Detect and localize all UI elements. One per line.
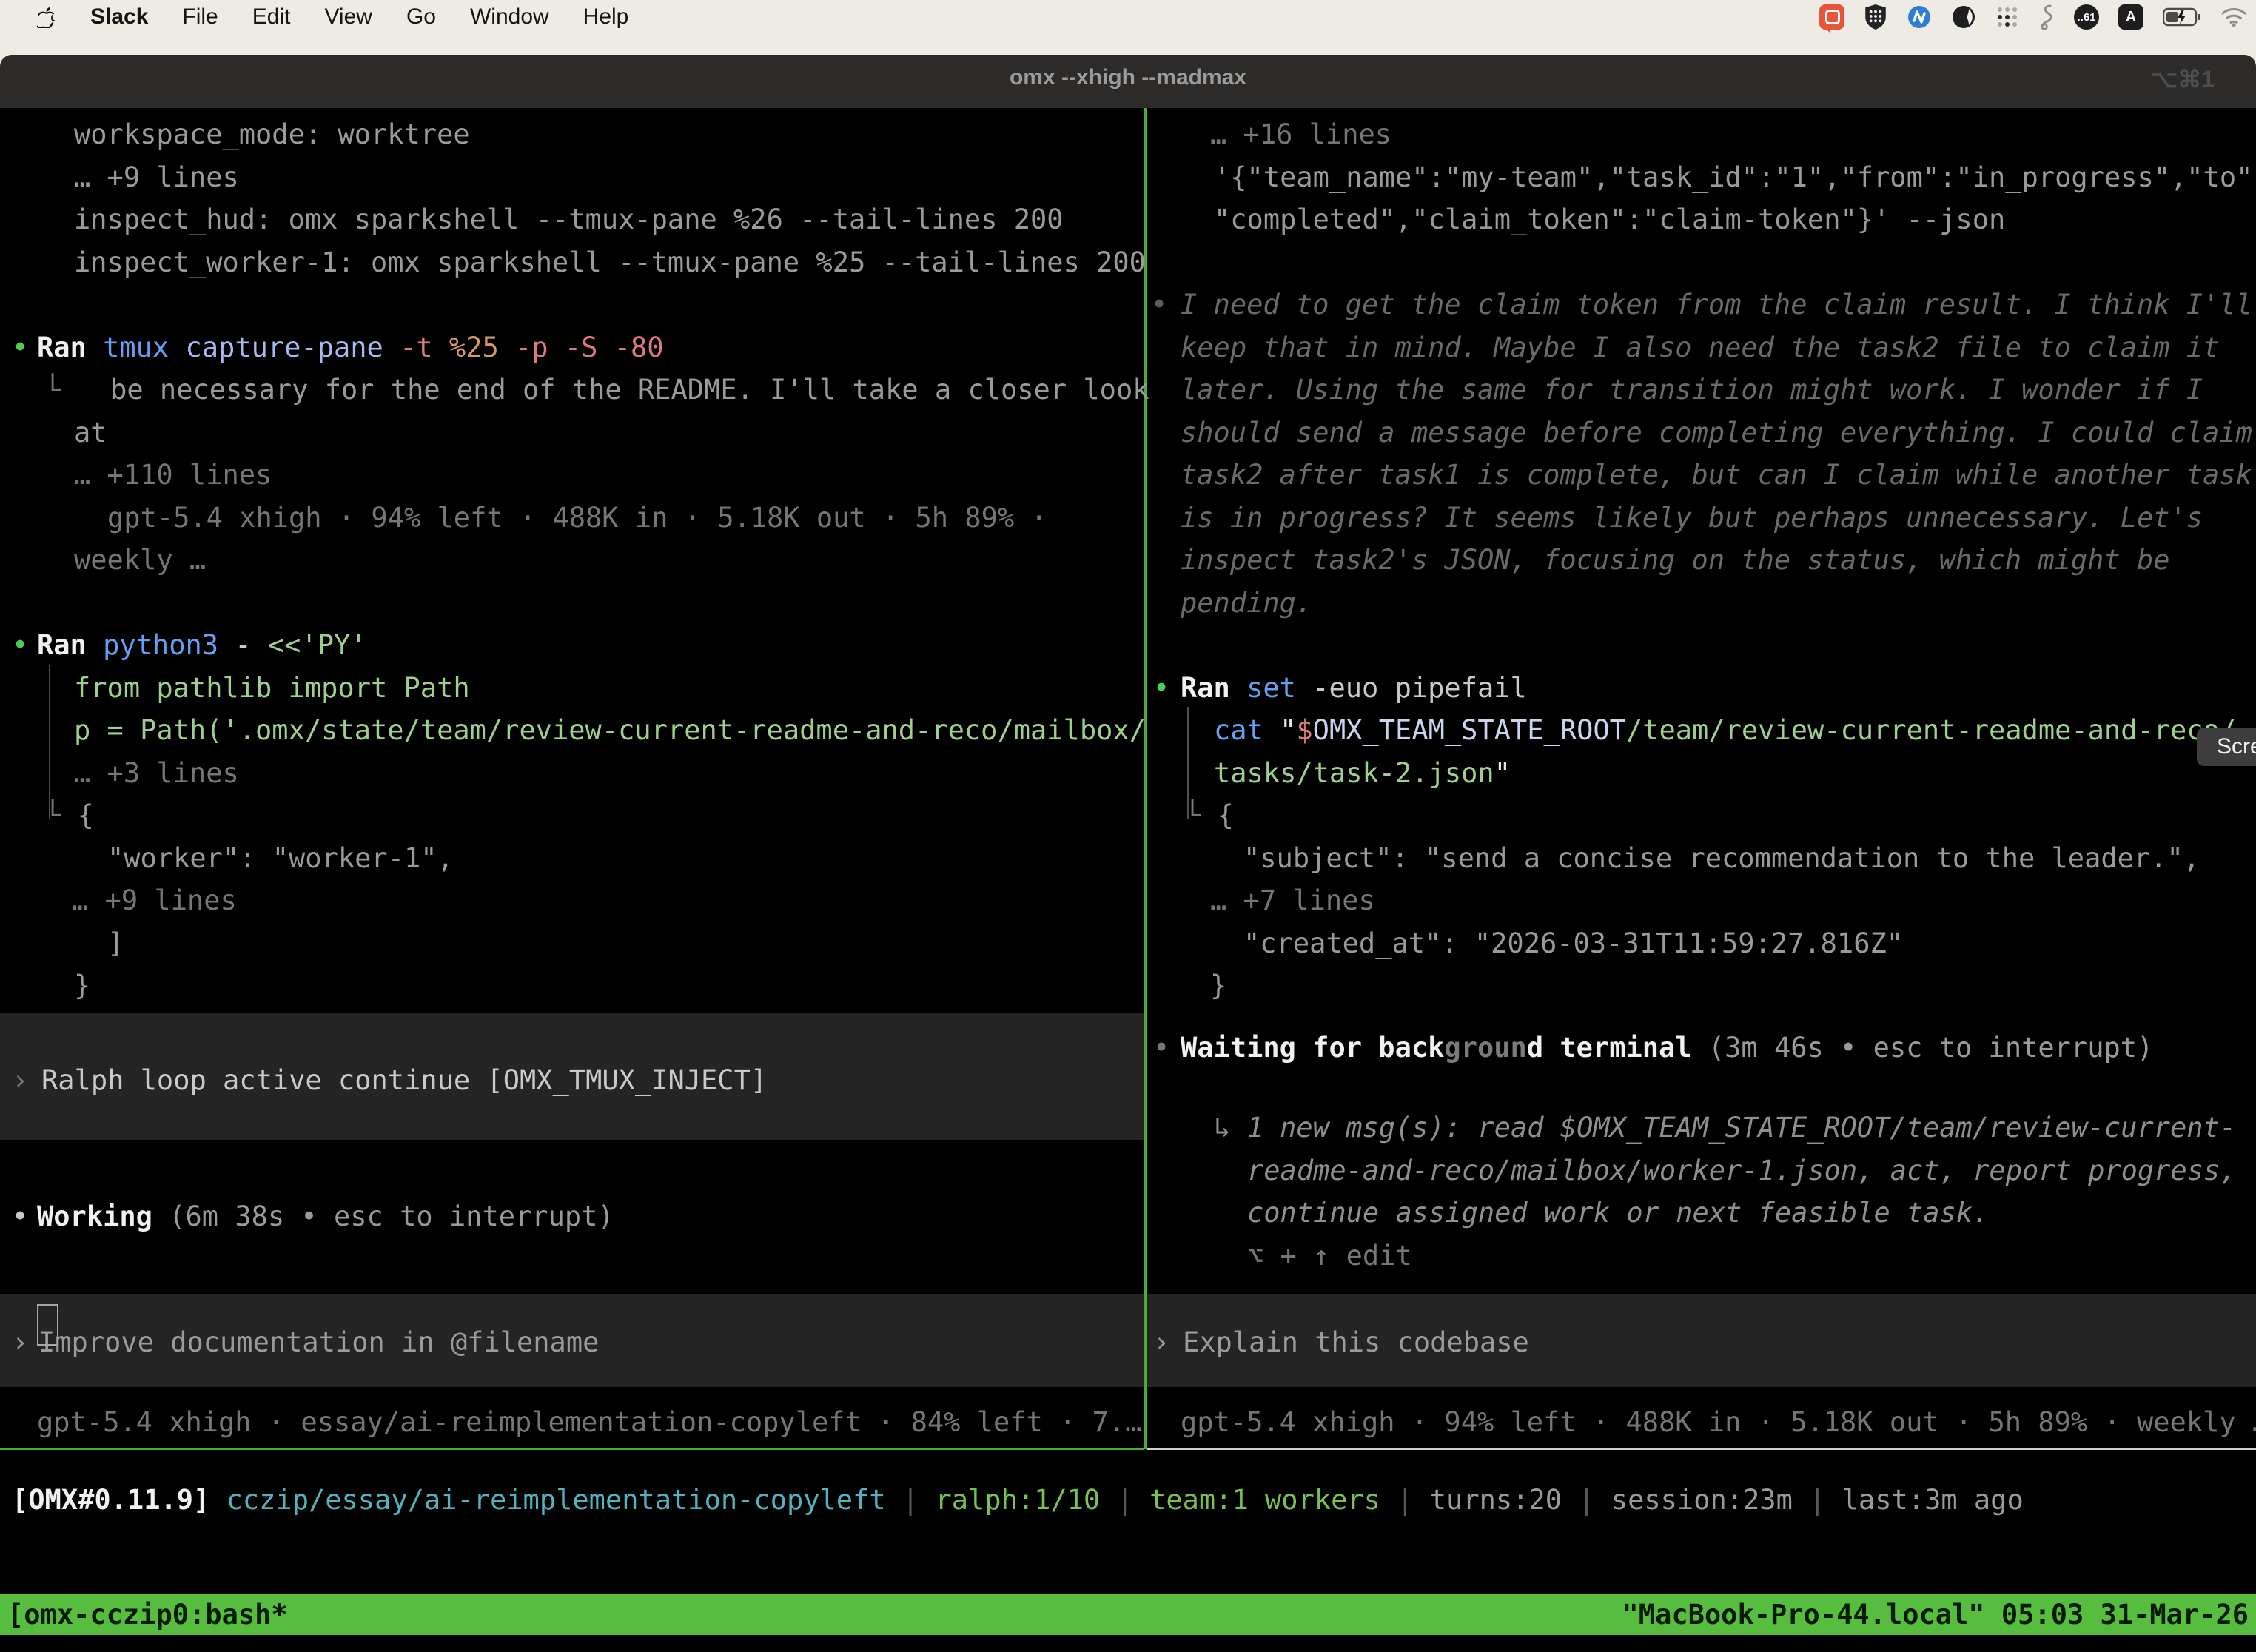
terminal-line: '{"team_name":"my-team","task_id":"1","f… (1214, 160, 2256, 195)
terminal-line: … +9 lines (72, 883, 237, 919)
tmux-session-label: [omx-cczip0:bash* (7, 1599, 288, 1631)
terminal-line: p = Path('.omx/state/team/review-current… (74, 713, 1146, 748)
terminal-line: Working (6m 38s • esc to interrupt) (37, 1199, 614, 1235)
menu-item-edit[interactable]: Edit (252, 4, 291, 30)
terminal-line: at (74, 415, 107, 451)
terminal-line: Ran set -euo pipefail (1181, 671, 1527, 706)
menu-item-help[interactable]: Help (583, 4, 629, 30)
window-title: omx --xhigh --madmax (0, 65, 2256, 90)
terminal-line: keep that in mind. Maybe I also need the… (1181, 330, 2219, 366)
terminal-line: … +3 lines (74, 756, 239, 791)
usage-badge-icon[interactable]: ..61 (2074, 4, 2099, 30)
menu-item-go[interactable]: Go (406, 4, 436, 30)
terminal-line: inspect task2's JSON, focusing on the st… (1181, 543, 2170, 578)
left-pane-border (0, 1448, 1144, 1450)
terminal-line: Waiting for background terminal (3m 46s … (1181, 1030, 2153, 1066)
menu-bar: Slack File Edit View Go Window Help (0, 0, 2256, 34)
terminal-line: task2 after task1 is complete, but can I… (1181, 457, 2252, 493)
terminal-line: inspect_hud: omx sparkshell --tmux-pane … (74, 202, 1064, 238)
terminal-line: } (74, 968, 90, 1004)
wifi-icon[interactable] (2220, 7, 2247, 27)
menu-item-slack[interactable]: Slack (90, 4, 148, 30)
omx-status-line: [OMX#0.11.9] cczip/essay/ai-reimplementa… (12, 1483, 2024, 1518)
terminal-line: └ be necessary for the end of the README… (44, 372, 1149, 408)
terminal-line: • (1151, 287, 1167, 323)
terminal-line: should send a message before completing … (1181, 415, 2252, 451)
terminal-line: continue assigned work or next feasible … (1247, 1195, 1989, 1231)
terminal-line: "subject": "send a concise recommendatio… (1243, 841, 2200, 876)
input-source-icon[interactable]: A (2118, 4, 2143, 30)
terminal-line: gpt-5.4 xhigh · 94% left · 488K in · 5.1… (107, 500, 1047, 536)
terminal-line: Ran tmux capture-pane -t %25 -p -S -80 (37, 330, 664, 366)
tmux-status-bar: [omx-cczip0:bash* "MacBook-Pro-44.local"… (0, 1594, 2256, 1635)
screen-recording-icon[interactable] (1819, 4, 1844, 30)
menu-item-window[interactable]: Window (470, 4, 549, 30)
model-status-right: gpt-5.4 xhigh · 94% left · 488K in · 5.1… (1181, 1405, 2256, 1440)
terminal-line: • (12, 628, 28, 663)
terminal-line: … +9 lines (74, 160, 239, 195)
terminal-line: • (1153, 671, 1169, 706)
terminal-line: • (1153, 1030, 1169, 1066)
terminal-line: pending. (1181, 585, 1312, 621)
terminal-line: readme-and-reco/mailbox/worker-1.json, a… (1247, 1153, 2237, 1189)
apple-menu-icon[interactable] (37, 6, 56, 28)
terminal-line: └ { (44, 798, 94, 833)
right-pane-border (1147, 1448, 2256, 1450)
terminal-line: └ { (1184, 798, 1234, 833)
model-status-left: gpt-5.4 xhigh · essay/ai-reimplementatio… (37, 1405, 1141, 1440)
terminal-line: ] (107, 926, 124, 961)
terminal-line: I need to get the claim token from the c… (1181, 287, 2252, 323)
terminal-line: later. Using the same for transition mig… (1181, 372, 2203, 408)
terminal-line: • (12, 1199, 28, 1235)
terminal-line: weekly … (74, 543, 206, 578)
terminal-line: • (12, 330, 28, 366)
prompt-caret[interactable]: › (12, 1325, 28, 1360)
hook-icon[interactable] (2038, 4, 2055, 30)
tmux-pane-divider[interactable] (1144, 108, 1147, 1449)
terminal-line: cat "$OMX_TEAM_STATE_ROOT/team/review-cu… (1214, 713, 2236, 748)
dots-grid-icon[interactable] (1995, 5, 2019, 29)
tmux-host-clock: "MacBook-Pro-44.local" 05:03 31-Mar-26 (1622, 1599, 2249, 1631)
input-placeholder-right[interactable]: Explain this codebase (1183, 1325, 1529, 1360)
terminal-line: } (1210, 968, 1226, 1004)
battery-charging-icon[interactable] (2163, 7, 2201, 27)
terminal-line: "created_at": "2026-03-31T11:59:27.816Z" (1243, 926, 1903, 961)
terminal-line: is in progress? It seems likely but perh… (1181, 500, 2203, 536)
terminal-line: "worker": "worker-1", (107, 841, 454, 876)
terminal-line: Ralph loop active continue [OMX_TMUX_INJ… (41, 1063, 767, 1098)
input-placeholder-left[interactable]: Improve documentation in @filename (38, 1325, 599, 1360)
terminal-line: tasks/task-2.json" (1214, 756, 1511, 791)
display-contrast-icon[interactable] (1951, 4, 1976, 30)
text-cursor (37, 1304, 58, 1346)
shield-keypad-icon[interactable] (1864, 4, 1887, 30)
terminal-line: ⌥ + ↑ edit (1247, 1238, 1412, 1274)
sync-badge-icon[interactable] (1907, 4, 1932, 30)
terminal-line: inspect_worker-1: omx sparkshell --tmux-… (74, 245, 1146, 281)
menu-item-view[interactable]: View (324, 4, 372, 30)
terminal-line: workspace_mode: worktree (74, 117, 470, 152)
terminal-line: … +16 lines (1210, 117, 1391, 152)
terminal-line: from pathlib import Path (74, 671, 470, 706)
menu-item-file[interactable]: File (182, 4, 218, 30)
tool-output-connector (49, 665, 50, 819)
terminal-line: ↳ 1 new msg(s): read $OMX_TEAM_STATE_ROO… (1214, 1110, 2236, 1146)
window-shortcut-badge: ⌥⌘1 (2150, 65, 2215, 93)
terminal-line: … +7 lines (1210, 883, 1375, 919)
terminal-line: … +110 lines (74, 457, 272, 493)
terminal-line: Ran python3 - <<'PY' (37, 628, 367, 663)
prompt-caret[interactable]: › (1153, 1325, 1169, 1360)
terminal-line: "completed","claim_token":"claim-token"}… (1214, 202, 2005, 238)
screen-tooltip: Scre (2197, 728, 2256, 766)
terminal-line: › (12, 1063, 28, 1098)
